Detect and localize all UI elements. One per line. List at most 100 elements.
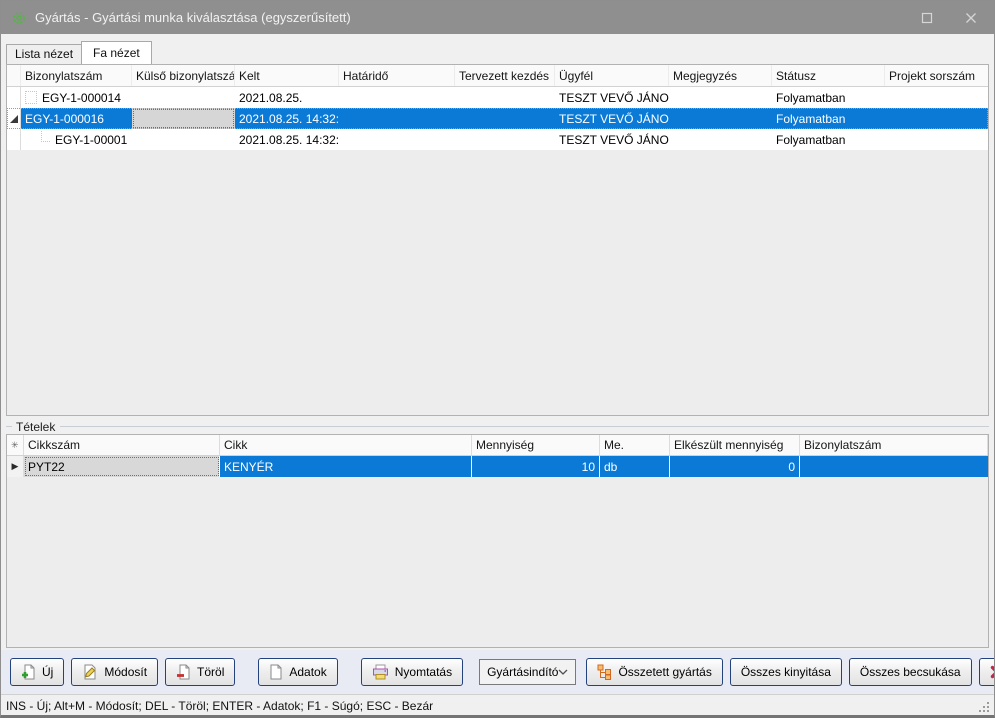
gear-icon — [11, 10, 27, 26]
button-label: Töröl — [197, 665, 224, 679]
cell-me: db — [600, 456, 670, 477]
column-header-projekt-sorszam[interactable]: Projekt sorszám — [885, 65, 988, 86]
cell-ugyfel: TESZT VEVŐ JÁNOS J — [555, 108, 669, 129]
cell-elkeszult: 0 — [670, 456, 800, 477]
cell-megjegyzes — [669, 108, 772, 129]
cell-bizonylatszam: EGY-1-00001 — [21, 129, 132, 150]
cell-projekt — [885, 129, 988, 150]
tree-node-placeholder — [25, 91, 37, 104]
row-indicator — [7, 129, 21, 150]
column-header-bizonylatszam[interactable]: Bizonylatszám — [800, 435, 988, 455]
column-header-statusz[interactable]: Státusz — [772, 65, 885, 86]
cell-cikkszam-focused: PYT22 — [24, 456, 220, 477]
cell-tervezett — [455, 108, 555, 129]
cell-kulso — [132, 129, 235, 150]
view-tabs: Lista nézet Fa nézet — [6, 40, 989, 64]
cell-hatarido — [339, 108, 455, 129]
button-label: Új — [42, 665, 53, 679]
tab-lista-nezet[interactable]: Lista nézet — [6, 44, 82, 64]
asterisk-icon: ✳ — [11, 440, 19, 451]
group-line — [60, 426, 989, 427]
close-icon[interactable] — [964, 11, 978, 25]
row-indicator: ▶ — [7, 456, 24, 477]
cell-bizonylatszam: EGY-1-000014 — [21, 87, 132, 108]
collapse-all-button[interactable]: Összes becsukása — [849, 658, 972, 686]
tab-label: Fa nézet — [93, 46, 140, 60]
new-button[interactable]: Új — [10, 658, 64, 686]
table-row-child[interactable]: EGY-1-00001 2021.08.25. 14:32:24 TESZT V… — [7, 129, 988, 150]
gyartasindito-combo[interactable]: Gyártásindító — [479, 659, 576, 685]
column-header-bizonylatszam[interactable]: Bizonylatszám — [21, 65, 132, 86]
indicator-header: ✳ — [7, 435, 24, 455]
row-indicator-arrow-icon: ▶ — [12, 462, 19, 471]
cell-hatarido — [339, 129, 455, 150]
item-row-selected[interactable]: ▶ PYT22 KENYÉR 10 db 0 — [7, 456, 988, 477]
cell-statusz: Folyamatban — [772, 108, 885, 129]
table-row-selected[interactable]: EGY-1-000016 2021.08.25. 14:32:24 TESZT … — [7, 108, 988, 129]
cell-kelt: 2021.08.25. — [235, 87, 339, 108]
tree-connector — [41, 131, 50, 142]
printer-icon — [372, 664, 389, 680]
row-indicator — [7, 87, 21, 108]
titlebar[interactable]: Gyártás - Gyártási munka kiválasztása (e… — [1, 1, 994, 34]
column-header-hatarido[interactable]: Határidő — [339, 65, 455, 86]
items-group-header: Tételek — [6, 419, 989, 434]
cell-projekt — [885, 108, 988, 129]
orders-grid-header: Bizonylatszám Külső bizonylatszám Kelt H… — [7, 65, 988, 87]
close-button[interactable]: Bezár — [979, 658, 994, 686]
hierarchy-icon — [597, 664, 612, 680]
close-x-icon — [990, 665, 994, 679]
button-label: Nyomtatás — [395, 665, 452, 679]
cell-projekt — [885, 87, 988, 108]
column-header-kelt[interactable]: Kelt — [235, 65, 339, 86]
print-button[interactable]: Nyomtatás — [361, 658, 463, 686]
items-grid-header: ✳ Cikkszám Cikk Mennyiség Me. Elkészült … — [7, 435, 988, 456]
window-title: Gyártás - Gyártási munka kiválasztása (e… — [35, 10, 351, 25]
column-header-cikkszam[interactable]: Cikkszám — [24, 435, 220, 455]
document-add-icon — [21, 664, 36, 680]
cell-statusz: Folyamatban — [772, 87, 885, 108]
column-header-kulso-bizonylatszam[interactable]: Külső bizonylatszám — [132, 65, 235, 86]
column-header-mennyiseg[interactable]: Mennyiség — [472, 435, 600, 455]
cell-bizonylatszam: EGY-1-000016 — [21, 108, 132, 129]
cell-ugyfel: TESZT VEVŐ JÁNOS J — [555, 129, 669, 150]
doc-number: EGY-1-000016 — [25, 112, 104, 126]
details-button[interactable]: Adatok — [258, 658, 337, 686]
doc-number: EGY-1-00001 — [55, 133, 127, 147]
chevron-down-icon — [558, 669, 568, 675]
expand-all-button[interactable]: Összes kinyitása — [730, 658, 842, 686]
complex-production-button[interactable]: Összetett gyártás — [586, 658, 722, 686]
column-header-me[interactable]: Me. — [600, 435, 670, 455]
app-window: Gyártás - Gyártási munka kiválasztása (e… — [0, 0, 995, 718]
button-label: Módosít — [104, 665, 147, 679]
table-row[interactable]: EGY-1-000014 2021.08.25. TESZT VEVŐ JÁNO… — [7, 87, 988, 108]
cell-kelt: 2021.08.25. 14:32:24 — [235, 129, 339, 150]
expand-triangle-icon[interactable] — [10, 115, 18, 123]
maximize-icon[interactable] — [920, 11, 934, 25]
shortcut-help-text: INS - Új; Alt+M - Módosít; DEL - Töröl; … — [6, 699, 433, 713]
column-header-ugyfel[interactable]: Ügyfél — [555, 65, 669, 86]
items-grid: ✳ Cikkszám Cikk Mennyiség Me. Elkészült … — [6, 434, 989, 648]
cell-cikk: KENYÉR — [220, 456, 472, 477]
delete-button[interactable]: Töröl — [165, 658, 235, 686]
cell-mennyiseg: 10 — [472, 456, 600, 477]
indicator-header — [7, 65, 21, 86]
cell-bizonylatszam — [800, 456, 988, 477]
column-header-cikk[interactable]: Cikk — [220, 435, 472, 455]
cell-megjegyzes — [669, 129, 772, 150]
group-line — [6, 426, 12, 427]
column-header-tervezett-kezdes[interactable]: Tervezett kezdés — [455, 65, 555, 86]
document-remove-icon — [176, 664, 191, 680]
cell-statusz: Folyamatban — [772, 129, 885, 150]
cell-hatarido — [339, 87, 455, 108]
document-icon — [269, 664, 283, 680]
doc-number: EGY-1-000014 — [42, 91, 121, 105]
cell-kulso — [132, 87, 235, 108]
column-header-megjegyzes[interactable]: Megjegyzés — [669, 65, 772, 86]
tab-label: Lista nézet — [15, 47, 73, 61]
modify-button[interactable]: Módosít — [71, 658, 158, 686]
tab-fa-nezet[interactable]: Fa nézet — [81, 41, 152, 64]
column-header-elkeszult[interactable]: Elkészült mennyiség — [670, 435, 800, 455]
resize-grip[interactable] — [979, 702, 981, 704]
row-indicator — [7, 108, 21, 129]
